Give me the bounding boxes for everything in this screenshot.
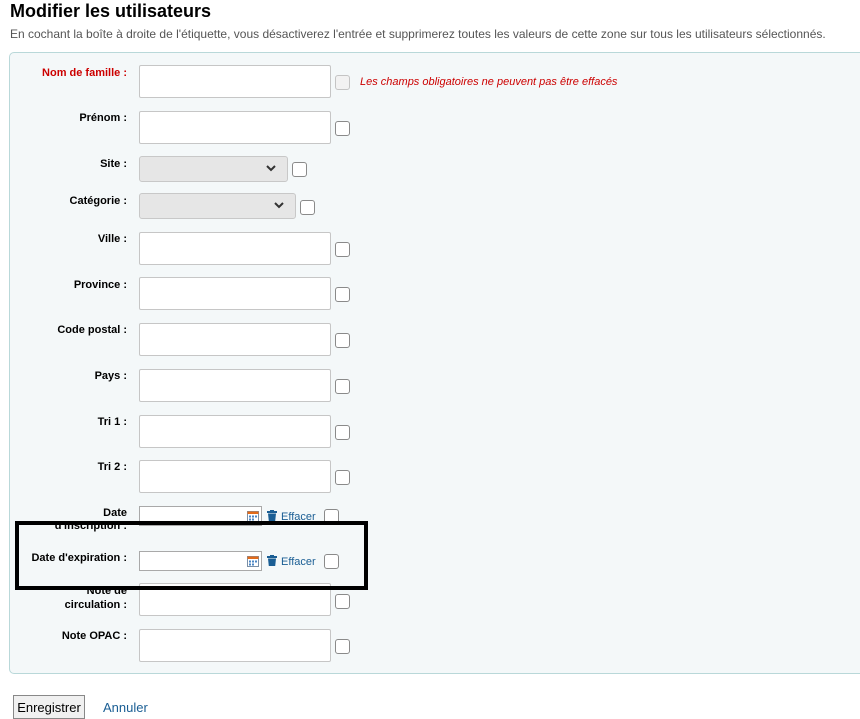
category-label: Catégorie : xyxy=(69,195,127,207)
zipcode-disable-checkbox[interactable] xyxy=(335,333,350,348)
category-select[interactable] xyxy=(139,193,296,219)
sort1-input[interactable] xyxy=(139,415,331,448)
opacnote-disable-checkbox[interactable] xyxy=(335,639,350,654)
chevron-down-icon xyxy=(274,202,284,209)
country-input[interactable] xyxy=(139,369,331,402)
site-select[interactable] xyxy=(139,156,288,182)
city-label: Ville : xyxy=(97,233,127,245)
highlight-box xyxy=(15,521,368,590)
firstname-label: Prénom : xyxy=(79,112,127,124)
surname-disable-checkbox xyxy=(335,75,350,90)
city-input[interactable] xyxy=(139,232,331,265)
dateenrolled-label-line1: Date xyxy=(103,507,127,519)
sort2-disable-checkbox[interactable] xyxy=(335,470,350,485)
country-label: Pays : xyxy=(94,370,127,382)
province-input[interactable] xyxy=(139,277,331,310)
surname-input[interactable] xyxy=(139,65,331,98)
save-button[interactable]: Enregistrer xyxy=(13,695,85,719)
opacnote-label: Note OPAC : xyxy=(61,630,127,642)
zipcode-label: Code postal : xyxy=(57,324,127,336)
cancel-link[interactable]: Annuler xyxy=(103,700,148,715)
page-title: Modifier les utilisateurs xyxy=(10,1,212,21)
sort1-label: Tri 1 : xyxy=(97,416,127,428)
category-disable-checkbox[interactable] xyxy=(300,200,315,215)
sort2-input[interactable] xyxy=(139,460,331,493)
opacnote-input[interactable] xyxy=(139,629,331,662)
province-disable-checkbox[interactable] xyxy=(335,287,350,302)
firstname-disable-checkbox[interactable] xyxy=(335,121,350,136)
site-label: Site : xyxy=(100,158,127,170)
city-disable-checkbox[interactable] xyxy=(335,242,350,257)
firstname-input[interactable] xyxy=(139,111,331,144)
country-disable-checkbox[interactable] xyxy=(335,379,350,394)
circnote-label-line2: circulation : xyxy=(64,599,127,611)
page-intro: En cochant la boîte à droite de l'étique… xyxy=(10,27,826,41)
site-disable-checkbox[interactable] xyxy=(292,162,307,177)
trash-icon xyxy=(267,510,277,521)
required-note: Les champs obligatoires ne peuvent pas ê… xyxy=(360,76,618,88)
sort1-disable-checkbox[interactable] xyxy=(335,425,350,440)
province-label: Province : xyxy=(73,279,127,291)
chevron-down-icon xyxy=(266,165,276,172)
circnote-disable-checkbox[interactable] xyxy=(335,594,350,609)
sort2-label: Tri 2 : xyxy=(97,461,127,473)
surname-label: Nom de famille : xyxy=(42,67,127,79)
zipcode-input[interactable] xyxy=(139,323,331,356)
